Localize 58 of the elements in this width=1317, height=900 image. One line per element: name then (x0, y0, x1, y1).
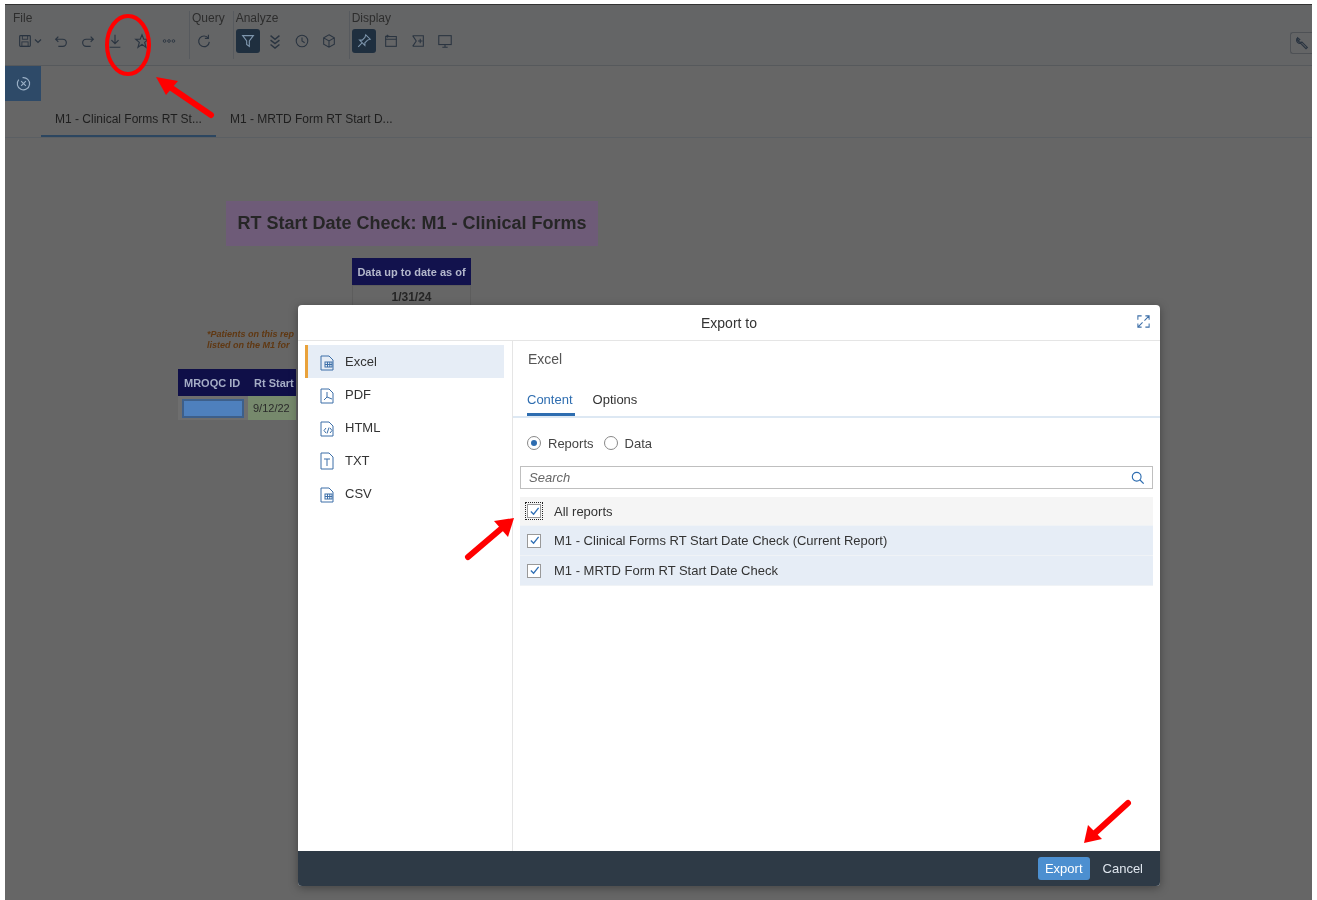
table-header: Data up to date as of (352, 258, 471, 285)
window-icon (382, 33, 399, 49)
refresh-icon (196, 33, 212, 49)
checkbox[interactable] (527, 563, 541, 578)
report-name: All reports (554, 503, 613, 519)
cube-icon (320, 33, 337, 49)
cancel-button[interactable]: Cancel (1095, 857, 1150, 880)
insert-icon (409, 33, 426, 49)
panel-tab[interactable]: Options (592, 385, 650, 416)
monitor-icon (436, 33, 453, 49)
column-header: Rt Start (248, 369, 296, 396)
expand-icon (1136, 314, 1151, 329)
annotation-arrow (1084, 800, 1131, 843)
close-circle-icon (14, 75, 32, 92)
pin-icon (355, 33, 372, 49)
format-item[interactable]: HTML (305, 411, 504, 444)
report-list-item[interactable]: M1 - MRTD Form RT Start Date Check (520, 556, 1153, 586)
report-list-item[interactable]: M1 - Clinical Forms RT Start Date Check (Current Report) (520, 526, 1153, 556)
panel-title: Excel (527, 350, 564, 369)
filter-icon (239, 33, 256, 49)
pin-button[interactable] (351, 29, 376, 53)
toolbar-group-label: Query (192, 11, 225, 25)
undo-icon (53, 33, 69, 49)
close-tabs-button[interactable] (5, 66, 41, 101)
expand-button[interactable] (1136, 314, 1151, 329)
star-icon (134, 33, 150, 49)
format-item[interactable]: PDF (305, 378, 504, 411)
note-text: listed on the M1 for (207, 340, 291, 351)
checkbox[interactable] (527, 533, 541, 548)
checkbox[interactable] (527, 504, 541, 518)
search-field[interactable]: Search (520, 466, 1153, 489)
search-icon (1131, 471, 1145, 485)
report-title: RT Start Date Check: M1 - Clinical Forms (226, 201, 598, 246)
toolbar-group-label: Display (351, 11, 393, 25)
history-icon (293, 33, 310, 49)
annotation-arrow (465, 518, 514, 560)
caret-icon (34, 37, 42, 45)
format-item[interactable]: CSV (305, 477, 504, 510)
download-icon (107, 33, 123, 49)
report-name: M1 - MRTD Form RT Start Date Check (554, 563, 778, 578)
toolbar-group-label: Analyze (235, 11, 280, 25)
wrench-icon (1293, 35, 1310, 51)
wrench-button[interactable] (1290, 32, 1312, 54)
format-item[interactable]: TXT (305, 444, 504, 477)
format-item[interactable]: Excel (305, 345, 504, 378)
panel-tab[interactable]: Content (527, 385, 575, 416)
table-cell: 9/12/22 (248, 396, 296, 420)
column-header: MROQC ID (178, 369, 248, 396)
filter-button[interactable] (235, 29, 260, 53)
redo-icon (80, 33, 96, 49)
toolbar-group-label: File (13, 11, 34, 25)
radio-option[interactable]: Reports (527, 435, 594, 451)
annotation-circle (105, 14, 151, 76)
report-name: M1 - Clinical Forms RT Start Date Check (Current Report) (554, 533, 888, 548)
dialog-title: Export to (701, 314, 757, 331)
radio-option[interactable]: Data (603, 435, 652, 451)
note-text: *Patients on this rep (207, 329, 296, 340)
text-file-icon (317, 450, 337, 471)
